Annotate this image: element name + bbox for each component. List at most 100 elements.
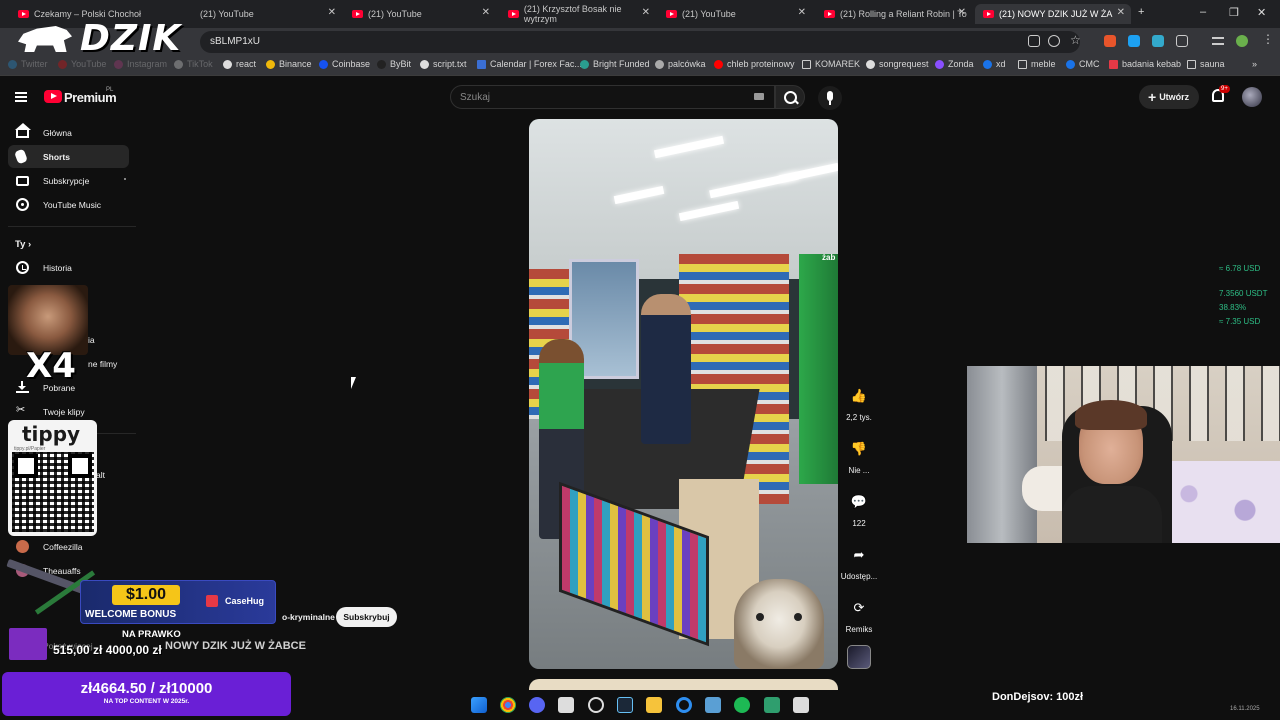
bookmark[interactable]: YouTube (58, 59, 106, 69)
close-tab-icon[interactable]: ✕ (798, 7, 806, 18)
sidebar-subscription-channel[interactable]: Coffeezilla (8, 535, 129, 558)
dislike-button[interactable]: 👎 Nie ... (840, 437, 878, 475)
mouse-cursor-icon (351, 377, 361, 389)
keyboard-icon[interactable] (754, 93, 764, 100)
bookmark-star-icon[interactable]: ☆ (1070, 33, 1082, 47)
like-button[interactable]: 👍 2,2 tys. (840, 384, 878, 422)
bookmark[interactable]: Binance (266, 59, 312, 69)
goal-label: NA PRAWKO (122, 629, 181, 640)
browser-tab[interactable]: (21) YouTube ✕ (344, 4, 496, 24)
short-title[interactable]: NOWY DZIK JUŻ W ŻABCE (165, 640, 306, 652)
app-icon[interactable] (793, 697, 809, 713)
voice-search-icon[interactable] (818, 86, 842, 110)
youtube-favicon-icon (983, 10, 994, 18)
youtube-logo-icon[interactable] (44, 90, 62, 103)
extensions-puzzle-icon[interactable] (1176, 35, 1188, 47)
sound-thumbnail[interactable] (847, 645, 871, 669)
remix-button[interactable]: ⟳ Remiks (840, 596, 878, 634)
create-button[interactable]: + Utwórz (1139, 85, 1199, 109)
bookmark[interactable]: script.txt (420, 59, 467, 69)
thumbs-up-icon: 👍 (850, 388, 868, 403)
subscribe-button[interactable]: Subskrybuj (336, 607, 397, 627)
bookmark-folder[interactable]: sauna (1187, 59, 1225, 69)
bookmark[interactable]: TikTok (174, 59, 213, 69)
bookmark[interactable]: Coinbase (319, 59, 370, 69)
zoom-icon[interactable] (1048, 35, 1060, 47)
steam-icon[interactable] (617, 697, 633, 713)
crypto-price: ≈ 6.78 USD (1219, 264, 1261, 273)
sidebar-item-subscriptions[interactable]: Subskrypcje (8, 169, 129, 192)
account-avatar[interactable] (1242, 87, 1262, 107)
sidebar-divider (8, 226, 136, 227)
share-icon: ➦ (853, 547, 865, 562)
cast-icon[interactable] (1028, 35, 1040, 47)
browser-tab[interactable]: (21) YouTube ✕ (658, 4, 812, 24)
windows-start-icon[interactable] (471, 697, 487, 713)
bookmark-folder[interactable]: KOMAREK (802, 59, 860, 69)
app-icon[interactable] (558, 697, 574, 713)
url-input[interactable]: sBLMP1xU (200, 31, 1080, 53)
bookmark[interactable]: Bright Funded (580, 59, 650, 69)
close-window-button[interactable]: ✕ (1257, 6, 1266, 19)
sidebar-item-home[interactable]: Główna (8, 121, 129, 144)
browser-tab[interactable]: (21) Krzysztof Bosak nie wytrzym ✕ (500, 4, 656, 24)
media-icon[interactable] (1212, 37, 1224, 45)
close-tab-icon[interactable]: ✕ (958, 7, 966, 18)
notepad-icon[interactable] (764, 697, 780, 713)
discord-icon[interactable] (529, 697, 545, 713)
browser-tab-active[interactable]: (21) NOWY DZIK JUŻ W ŻA ✕ (975, 4, 1131, 24)
sidebar-item-shorts[interactable]: Shorts (8, 145, 129, 168)
extension-icon[interactable] (1128, 35, 1140, 47)
obs-icon[interactable] (588, 697, 604, 713)
close-tab-icon[interactable]: ✕ (482, 7, 490, 18)
donation-goal-bar: zł4664.50 / zł10000 NA TOP CONTENT W 202… (2, 672, 291, 716)
extension-icon[interactable] (1104, 35, 1116, 47)
app-icon[interactable] (705, 697, 721, 713)
bookmark[interactable]: Twitter (8, 59, 48, 69)
bookmark[interactable]: badania kebab (1109, 59, 1181, 69)
extension-icon[interactable] (1152, 35, 1164, 47)
bookmark[interactable]: xd (983, 59, 1006, 69)
address-bar: sBLMP1xU ☆ ⋮ (0, 28, 1280, 56)
short-channel-name[interactable]: o-kryminalne (282, 612, 335, 622)
sidebar-section-you[interactable]: Ty › (15, 239, 31, 250)
bookmark-folder[interactable]: meble (1018, 59, 1056, 69)
minimize-button[interactable]: – (1200, 6, 1206, 18)
close-tab-icon[interactable]: ✕ (328, 7, 336, 18)
youtube-favicon-icon (508, 10, 519, 18)
bookmark[interactable]: songrequest (866, 59, 929, 69)
bookmark[interactable]: Instagram (114, 59, 167, 69)
maximize-button[interactable]: ❐ (1229, 6, 1239, 19)
bookmark[interactable]: ByBit (377, 59, 411, 69)
chrome-icon[interactable] (500, 697, 516, 713)
sidebar-item-youtube-music[interactable]: YouTube Music (8, 193, 129, 216)
profile-icon[interactable] (1236, 35, 1248, 47)
sidebar-item-history[interactable]: Historia (8, 256, 129, 279)
bookmarks-more-button[interactable]: » (1252, 59, 1257, 69)
search-button[interactable] (775, 85, 805, 109)
short-video-player[interactable]: żab (529, 119, 838, 669)
crypto-change: 38.83% (1219, 303, 1247, 312)
comments-button[interactable]: 💬 122 (840, 490, 878, 528)
bookmark[interactable]: CMC (1066, 59, 1100, 69)
browser-tab[interactable]: (21) YouTube ✕ (192, 4, 342, 24)
tab-title: (21) Krzysztof Bosak nie wytrzym (523, 4, 622, 24)
share-button[interactable]: ➦ Udostęp... (840, 543, 878, 581)
bookmark[interactable]: palcówka (655, 59, 706, 69)
ccleaner-icon[interactable] (676, 697, 692, 713)
new-tab-button[interactable]: + (1138, 6, 1144, 18)
bookmark[interactable]: react (223, 59, 256, 69)
close-tab-icon[interactable]: ✕ (642, 7, 650, 18)
youtube-favicon-icon (352, 10, 363, 18)
history-icon (16, 261, 29, 274)
search-input[interactable]: Szukaj (450, 85, 775, 109)
browser-tab[interactable]: (21) Rolling a Reliant Robin | To ✕ (816, 4, 972, 24)
hamburger-menu-icon[interactable] (15, 92, 27, 102)
close-tab-icon[interactable]: ✕ (1117, 7, 1125, 18)
bookmark[interactable]: Zonda (935, 59, 974, 69)
bookmark[interactable]: Calendar | Forex Fac... (477, 59, 582, 69)
file-explorer-icon[interactable] (646, 697, 662, 713)
menu-kebab-icon[interactable]: ⋮ (1262, 32, 1274, 46)
bookmark[interactable]: chleb proteinowy (714, 59, 795, 69)
spotify-icon[interactable] (734, 697, 750, 713)
